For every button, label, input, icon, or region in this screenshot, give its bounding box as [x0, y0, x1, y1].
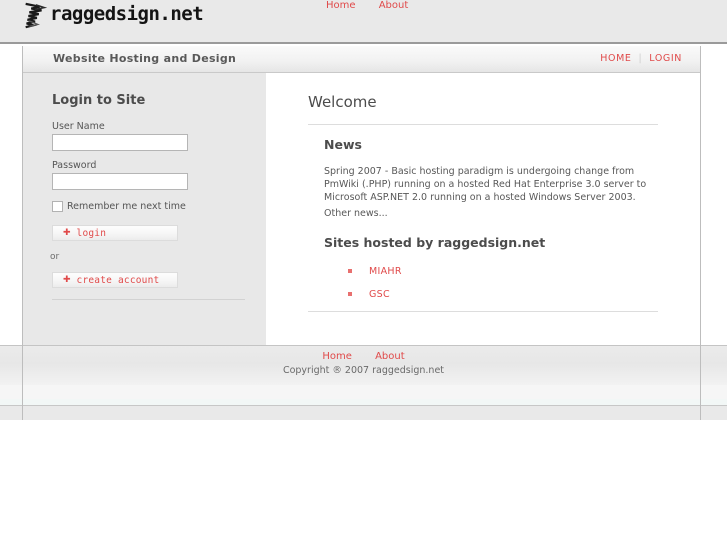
plus-arrow-icon: ✚: [63, 274, 71, 285]
login-button[interactable]: ✚ login: [52, 225, 178, 241]
site-tagline: Website Hosting and Design: [53, 52, 237, 65]
page-background-below: [0, 420, 727, 545]
create-account-button-label: create account: [76, 274, 160, 286]
welcome-divider: [308, 124, 658, 125]
main-content: Welcome News Spring 2007 - Basic hosting…: [266, 73, 702, 345]
content-shell: Login to Site User Name Password Remembe…: [22, 73, 702, 345]
footer-nav-item-home[interactable]: Home: [322, 351, 352, 362]
list-item[interactable]: MIAHR: [348, 263, 402, 279]
list-item[interactable]: GSC: [348, 286, 402, 302]
util-nav-item-home[interactable]: HOME: [600, 53, 631, 64]
top-nav-item-home[interactable]: Home: [326, 0, 356, 11]
footer: Home About Copyright ® 2007 raggedsign.n…: [0, 345, 727, 385]
util-nav-separator: |: [638, 53, 643, 64]
page-frame: raggedsign.net Home About Website Hostin…: [0, 0, 727, 420]
news-body-text: Spring 2007 - Basic hosting paradigm is …: [324, 166, 647, 203]
remember-me-label: Remember me next time: [67, 201, 186, 212]
frame-rail-right: [700, 46, 701, 420]
site-logo-text[interactable]: raggedsign.net: [50, 3, 204, 25]
square-bullet-icon: [348, 269, 352, 273]
site-link-miahr[interactable]: MIAHR: [369, 266, 402, 277]
sites-hosted-list: MIAHR GSC: [348, 263, 402, 309]
login-button-label: login: [76, 227, 107, 239]
utility-nav: HOME | LOGIN: [600, 53, 682, 64]
subtitle-bar: Website Hosting and Design HOME | LOGIN: [22, 46, 701, 73]
util-nav-item-login[interactable]: LOGIN: [649, 53, 682, 64]
top-nav-item-about[interactable]: About: [379, 0, 409, 11]
plus-arrow-icon: ✚: [63, 227, 71, 238]
sidebar-title: Login to Site: [52, 93, 146, 108]
copyright-text: Copyright ® 2007 raggedsign.net: [282, 365, 445, 376]
footer-band-upper: [0, 385, 727, 399]
or-divider-text: or: [50, 252, 60, 262]
footer-nav: Home About: [0, 351, 727, 362]
other-news-text: Other news...: [324, 208, 388, 219]
sidebar-login-panel: Login to Site User Name Password Remembe…: [23, 73, 266, 345]
password-label: Password: [52, 160, 97, 171]
remember-me-row[interactable]: Remember me next time: [52, 201, 186, 212]
frame-rail-left: [22, 46, 23, 420]
remember-me-checkbox[interactable]: [52, 201, 63, 212]
footer-nav-item-about[interactable]: About: [375, 351, 405, 362]
news-heading: News: [324, 137, 362, 152]
sites-divider: [308, 311, 658, 312]
masthead: raggedsign.net Home About: [0, 0, 727, 44]
ragged-mark-icon: [25, 2, 48, 29]
create-account-button[interactable]: ✚ create account: [52, 272, 178, 288]
sites-hosted-heading: Sites hosted by raggedsign.net: [324, 235, 546, 250]
footer-band-lower: [0, 405, 727, 420]
left-gutter: [0, 73, 22, 345]
square-bullet-icon: [348, 292, 352, 296]
username-label: User Name: [52, 121, 105, 132]
site-link-gsc[interactable]: GSC: [369, 289, 390, 300]
top-nav: Home About: [326, 0, 428, 11]
page-title: Welcome: [308, 93, 377, 111]
right-gutter: [701, 73, 727, 345]
sidebar-divider: [52, 299, 245, 300]
password-input[interactable]: [52, 173, 188, 190]
username-input[interactable]: [52, 134, 188, 151]
